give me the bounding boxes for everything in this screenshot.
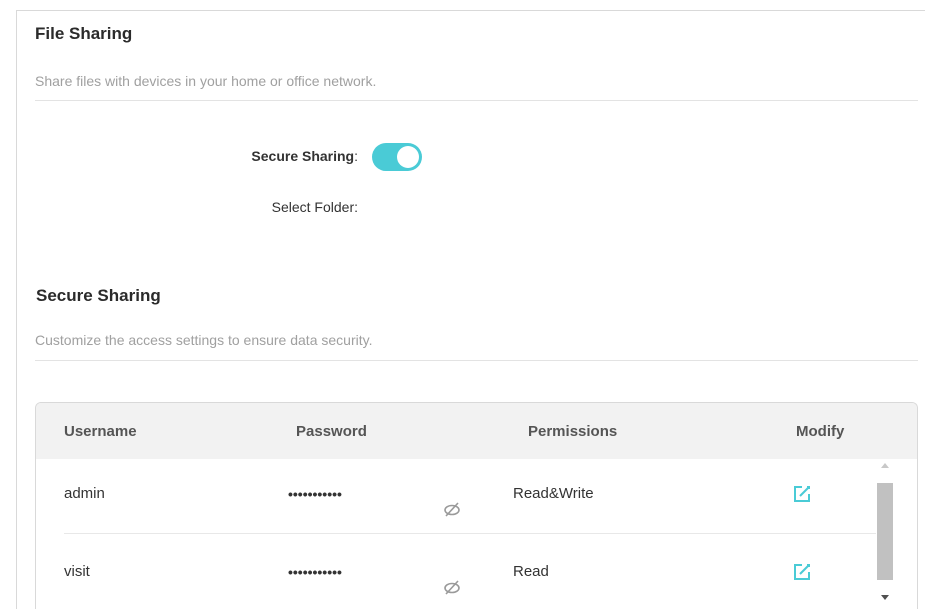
divider (35, 100, 918, 101)
username-cell: admin (64, 485, 105, 502)
eye-hidden-icon[interactable] (443, 500, 461, 518)
column-header-username: Username (64, 423, 137, 440)
secure-sharing-label-colon: : (354, 148, 358, 164)
toggle-knob (397, 146, 419, 168)
file-sharing-description: Share files with devices in your home or… (35, 73, 377, 89)
scroll-down-arrow-icon[interactable] (881, 595, 889, 600)
password-cell: ••••••••••• (288, 486, 342, 502)
divider (35, 360, 918, 361)
secure-sharing-description: Customize the access settings to ensure … (35, 332, 373, 348)
eye-hidden-icon[interactable] (443, 578, 461, 596)
permissions-cell: Read&Write (513, 485, 594, 502)
secure-sharing-label-text: Secure Sharing (251, 148, 355, 164)
secure-sharing-title: Secure Sharing (36, 286, 161, 305)
column-header-permissions: Permissions (528, 423, 618, 440)
scroll-up-arrow-icon[interactable] (881, 463, 889, 468)
password-cell: ••••••••••• (288, 564, 342, 580)
edit-icon[interactable] (792, 562, 812, 582)
secure-sharing-toggle[interactable] (372, 143, 422, 171)
username-cell: visit (64, 563, 90, 580)
row-divider (64, 533, 876, 534)
edit-icon[interactable] (792, 484, 812, 504)
users-table: Username Password Permissions Modify adm… (35, 402, 918, 609)
column-header-password: Password (296, 423, 367, 440)
permissions-cell: Read (513, 563, 549, 580)
select-folder-label: Select Folder: (271, 199, 358, 215)
table-header: Username Password Permissions Modify (36, 403, 917, 459)
column-header-modify: Modify (796, 423, 845, 440)
secure-sharing-label: Secure Sharing: (200, 148, 358, 164)
scroll-thumb[interactable] (877, 483, 893, 580)
table-scrollbar[interactable] (877, 461, 893, 609)
file-sharing-title: File Sharing (35, 24, 133, 43)
